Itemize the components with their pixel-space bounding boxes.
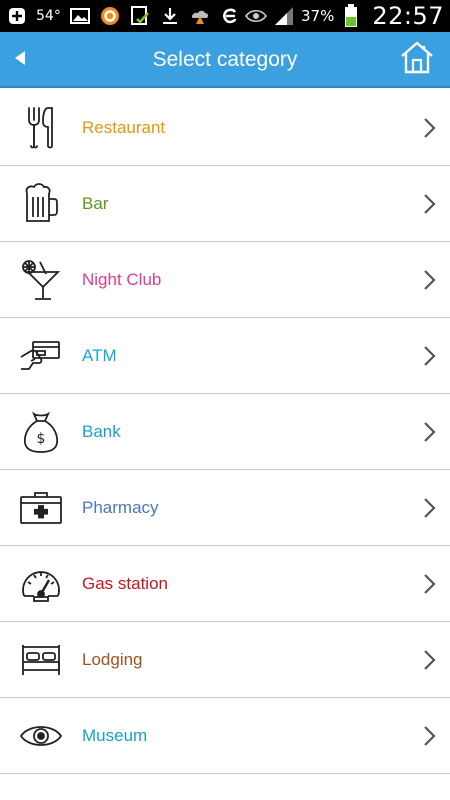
download-icon xyxy=(159,5,181,27)
category-label-atm: ATM xyxy=(82,345,117,365)
chevron-right-icon xyxy=(410,394,450,470)
page-title: Select category xyxy=(152,48,298,71)
home-icon xyxy=(399,40,435,79)
category-row-night-club[interactable]: Night Club xyxy=(0,242,450,318)
back-arrow-icon xyxy=(13,50,27,71)
category-label-gas-station: Gas station xyxy=(82,573,168,593)
browser-icon xyxy=(219,5,241,27)
money-bag-icon: $ xyxy=(0,394,82,470)
eye-comfort-icon xyxy=(245,5,267,27)
battery-percent: 37% xyxy=(300,7,335,25)
image-notification-icon xyxy=(69,5,91,27)
temperature-text: 54° xyxy=(36,8,61,24)
eye-icon xyxy=(0,698,82,774)
chevron-right-icon xyxy=(410,546,450,622)
category-list: Restaurant Bar Night Club ATM $ Bank Pha… xyxy=(0,90,450,774)
chevron-right-icon xyxy=(410,698,450,774)
beer-mug-icon xyxy=(0,166,82,242)
signal-strength-icon xyxy=(273,5,295,27)
category-row-restaurant[interactable]: Restaurant xyxy=(0,90,450,166)
chevron-right-icon xyxy=(410,242,450,318)
battery-icon xyxy=(340,4,362,27)
category-row-bar[interactable]: Bar xyxy=(0,166,450,242)
add-notification-icon xyxy=(6,5,28,27)
category-row-bank[interactable]: $ Bank xyxy=(0,394,450,470)
status-bar-left: 54° xyxy=(6,5,241,27)
first-aid-kit-icon xyxy=(0,470,82,546)
category-label-pharmacy: Pharmacy xyxy=(82,497,159,517)
category-label-restaurant: Restaurant xyxy=(82,117,166,137)
category-label-bank: Bank xyxy=(82,421,121,441)
category-label-bar: Bar xyxy=(82,193,109,213)
chevron-right-icon xyxy=(410,622,450,698)
status-bar: 54° 37% 22:57 xyxy=(0,0,450,32)
category-row-gas-station[interactable]: Gas station xyxy=(0,546,450,622)
chevron-right-icon xyxy=(410,166,450,242)
category-row-museum[interactable]: Museum xyxy=(0,698,450,774)
chevron-right-icon xyxy=(410,318,450,394)
chevron-right-icon xyxy=(410,90,450,166)
app-notification-icon xyxy=(99,5,121,27)
card-hand-icon xyxy=(0,318,82,394)
cocktail-icon xyxy=(0,242,82,318)
home-button[interactable] xyxy=(398,40,436,78)
fork-knife-icon xyxy=(0,90,82,166)
task-done-icon xyxy=(129,5,151,27)
clock-text: 22:57 xyxy=(372,2,444,30)
app-bar: Select category xyxy=(0,32,450,88)
svg-text:$: $ xyxy=(37,431,46,447)
weather-alert-icon xyxy=(189,5,211,27)
bed-icon xyxy=(0,622,82,698)
chevron-right-icon xyxy=(410,470,450,546)
category-row-pharmacy[interactable]: Pharmacy xyxy=(0,470,450,546)
category-label-lodging: Lodging xyxy=(82,649,143,669)
speedometer-icon xyxy=(0,546,82,622)
category-label-night-club: Night Club xyxy=(82,269,162,289)
category-row-atm[interactable]: ATM xyxy=(0,318,450,394)
back-button[interactable] xyxy=(6,46,34,74)
category-label-museum: Museum xyxy=(82,725,148,745)
category-row-lodging[interactable]: Lodging xyxy=(0,622,450,698)
status-bar-right: 37% 22:57 xyxy=(245,2,444,30)
